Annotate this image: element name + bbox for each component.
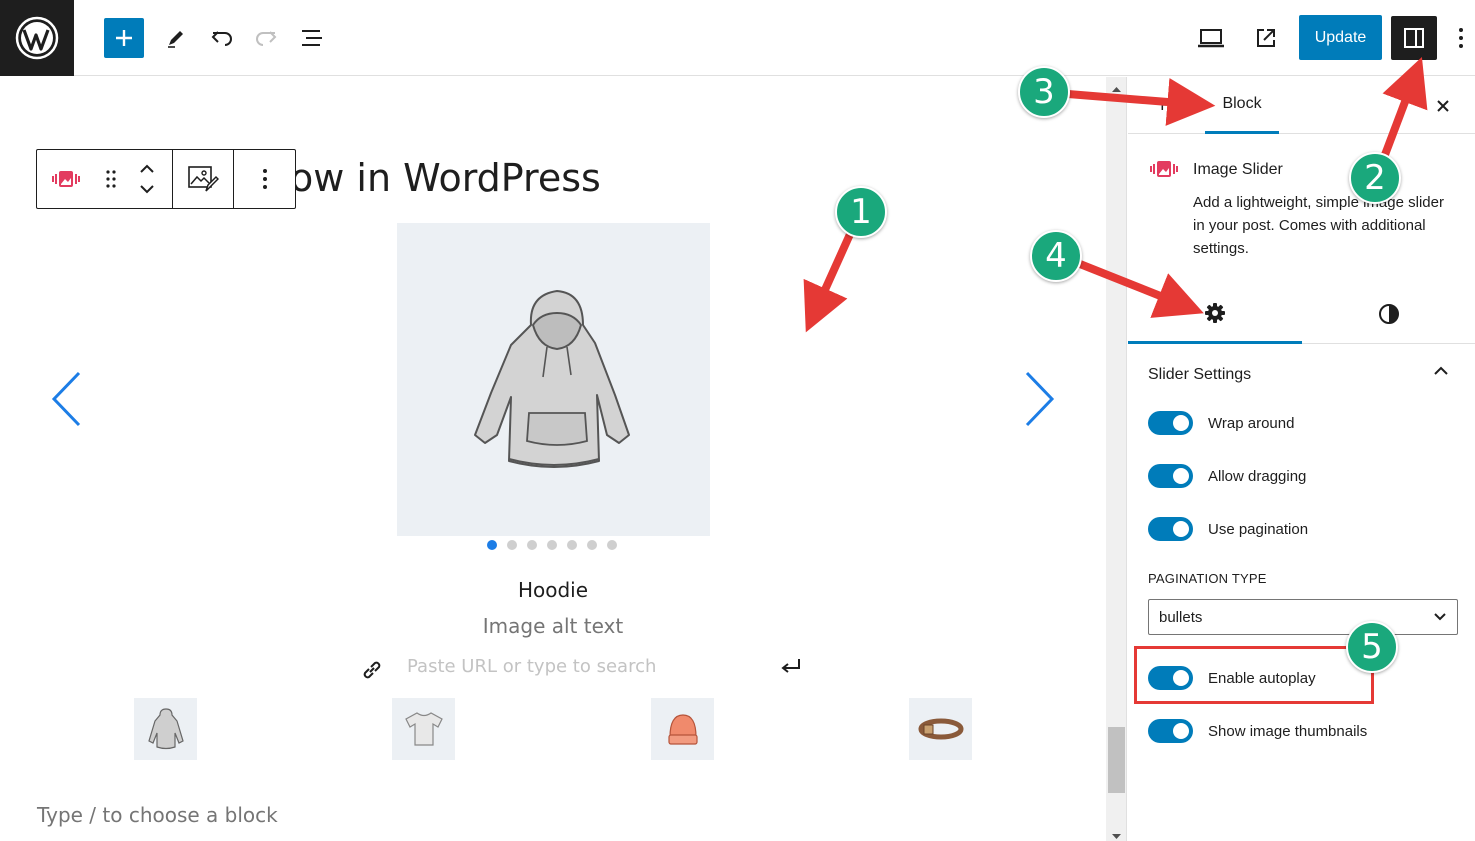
step-badge-2: 2 [1349, 152, 1401, 204]
slide-caption[interactable]: Hoodie [0, 578, 1106, 602]
slider-settings-panel-toggle[interactable]: Slider Settings [1128, 344, 1475, 408]
update-button[interactable]: Update [1299, 15, 1382, 60]
scroll-thumb[interactable] [1108, 727, 1125, 793]
allow-dragging-toggle[interactable] [1148, 464, 1193, 488]
toggle-row-wrap-around: Wrap around [1148, 408, 1294, 438]
editor-scrollbar[interactable] [1106, 77, 1127, 841]
slider-pagination [487, 540, 617, 550]
sidebar-tabs: Po Block [1128, 77, 1475, 134]
pagination-dot[interactable] [487, 540, 497, 550]
slider-prev-button[interactable] [46, 368, 86, 430]
toggle-label: Allow dragging [1208, 467, 1307, 485]
desktop-icon [1198, 29, 1224, 48]
chevron-left-icon [51, 371, 81, 427]
chevron-right-icon [1025, 371, 1055, 427]
toggle-label: Wrap around [1208, 414, 1295, 432]
slider-settings-title: Slider Settings [1148, 366, 1252, 383]
view-post-button[interactable] [1246, 18, 1286, 58]
slider-next-button[interactable] [1020, 368, 1060, 430]
sidebar-icon [1404, 28, 1424, 48]
step-badge-3: 3 [1018, 66, 1070, 118]
chevron-down-icon [1434, 613, 1446, 621]
settings-sidebar: Po Block Image Slider Add a lightweight,… [1128, 77, 1475, 841]
url-input[interactable] [395, 650, 765, 682]
thumbnail-tshirt[interactable] [392, 698, 455, 760]
chevron-up-icon[interactable] [138, 162, 156, 176]
pagination-type-label: PAGINATION TYPE [1148, 571, 1267, 586]
toggle-label: Use pagination [1208, 520, 1309, 538]
inspector-tabs [1128, 284, 1475, 344]
pagination-type-select[interactable]: bullets [1148, 599, 1458, 635]
block-type-button[interactable] [37, 150, 95, 208]
block-options-button[interactable] [234, 150, 295, 208]
tab-post[interactable]: Po [1140, 77, 1200, 134]
hoodie-image [473, 289, 630, 468]
slide-alt-text[interactable]: Image alt text [0, 614, 1106, 638]
scroll-up-icon[interactable] [1106, 83, 1127, 97]
show-thumbnails-toggle[interactable] [1148, 719, 1193, 743]
move-block-buttons [127, 150, 167, 208]
toggle-row-use-pagination: Use pagination [1148, 514, 1308, 544]
options-button[interactable] [1446, 18, 1475, 58]
pagination-dot[interactable] [507, 540, 517, 550]
tab-styles[interactable] [1302, 284, 1475, 344]
tab-block[interactable]: Block [1205, 77, 1279, 134]
image-slider-icon [52, 171, 80, 187]
more-vertical-icon [262, 169, 267, 189]
block-toolbar [36, 149, 296, 209]
preview-button[interactable] [1191, 18, 1231, 58]
image-slider-icon [1150, 158, 1178, 185]
toggle-row-allow-dragging: Allow dragging [1148, 461, 1306, 491]
apply-link-button[interactable] [776, 652, 806, 680]
block-card: Image Slider Add a lightweight, simple i… [1128, 134, 1475, 284]
beanie-thumbnail-icon [667, 714, 698, 745]
external-link-icon [1257, 29, 1275, 47]
chevron-down-icon[interactable] [138, 182, 156, 196]
gear-icon [1205, 302, 1225, 323]
drag-handle[interactable] [95, 150, 127, 208]
editor-canvas[interactable]: ow in WordPress Hoodie Image alt text Pa… [0, 0, 1106, 841]
contrast-icon [1379, 304, 1399, 324]
pagination-type-value: bullets [1159, 608, 1203, 626]
close-icon [1437, 100, 1449, 112]
step-badge-4: 4 [1030, 230, 1082, 282]
close-sidebar-button[interactable] [1428, 91, 1458, 121]
pagination-dot[interactable] [527, 540, 537, 550]
hoodie-thumbnail-icon [147, 708, 184, 750]
slide-image[interactable] [397, 223, 710, 536]
settings-sidebar-toggle[interactable] [1391, 16, 1437, 60]
step-badge-5: 5 [1346, 621, 1398, 673]
pagination-dot[interactable] [547, 540, 557, 550]
use-pagination-toggle[interactable] [1148, 517, 1193, 541]
step-badge-1: 1 [835, 186, 887, 238]
block-card-description: Add a lightweight, simple image slider i… [1193, 194, 1444, 257]
drag-handle-icon [106, 170, 116, 188]
tab-settings[interactable] [1128, 284, 1302, 344]
wrap-around-toggle[interactable] [1148, 411, 1193, 435]
chevron-up-icon [1434, 366, 1448, 375]
enter-icon [781, 659, 800, 673]
pagination-dot[interactable] [587, 540, 597, 550]
image-edit-icon [188, 166, 219, 192]
toggle-label: Show image thumbnails [1208, 722, 1368, 740]
edit-gallery-button[interactable] [173, 150, 233, 208]
post-title[interactable]: ow in WordPress [290, 156, 601, 200]
pagination-dot[interactable] [607, 540, 617, 550]
thumbnail-belt[interactable] [909, 698, 972, 760]
link-icon [358, 656, 386, 684]
tshirt-thumbnail-icon [404, 712, 443, 746]
autoplay-highlight-box [1134, 646, 1374, 704]
thumbnail-hoodie[interactable] [134, 698, 197, 760]
block-card-title: Image Slider [1193, 161, 1283, 178]
scroll-down-icon[interactable] [1106, 829, 1127, 841]
pagination-dot[interactable] [567, 540, 577, 550]
more-vertical-icon [1459, 28, 1463, 48]
block-appender[interactable]: Type / to choose a block [37, 803, 278, 827]
belt-thumbnail-icon [918, 718, 963, 740]
toggle-row-show-thumbnails: Show image thumbnails [1148, 716, 1367, 746]
thumbnail-beanie[interactable] [651, 698, 714, 760]
